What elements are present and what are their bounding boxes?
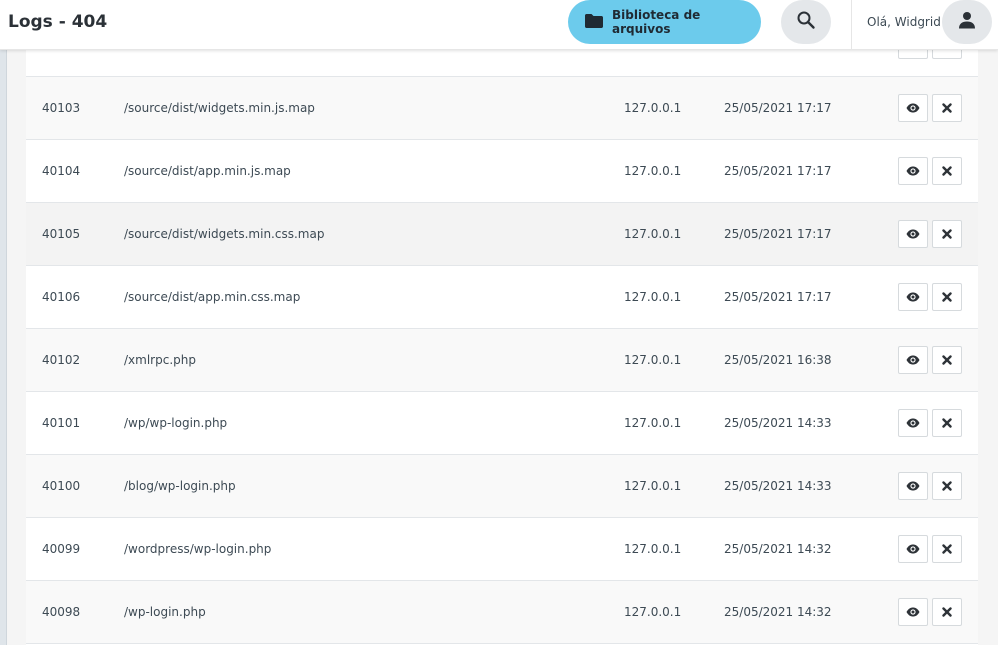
log-date: 25/05/2021 17:17 bbox=[724, 290, 832, 304]
table-row: 40105/source/dist/widgets.min.css.map 127… bbox=[26, 203, 978, 266]
log-id: 40105 bbox=[42, 227, 81, 241]
table-row: 40106/source/dist/app.min.css.map 127.0.0… bbox=[26, 266, 978, 329]
log-id: 40099 bbox=[42, 542, 81, 556]
table-row: 40104/source/dist/app.min.js.map 127.0.0.… bbox=[26, 140, 978, 203]
log-url: /source/dist/widgets.min.css.map bbox=[124, 227, 325, 241]
close-icon bbox=[942, 418, 952, 428]
delete-button[interactable] bbox=[932, 94, 962, 122]
table-row: 40098/wp-login.php 127.0.0.1 25/05/2021 14… bbox=[26, 581, 978, 644]
left-sidebar-rail bbox=[0, 0, 7, 645]
table-row: 40101/wp/wp-login.php 127.0.0.1 25/05/2021… bbox=[26, 392, 978, 455]
log-url: /wordpress/wp-login.php bbox=[124, 542, 272, 556]
view-button[interactable] bbox=[898, 94, 928, 122]
close-icon bbox=[942, 544, 952, 554]
log-ip: 127.0.0.1 bbox=[624, 353, 682, 367]
log-ip: 127.0.0.1 bbox=[624, 227, 682, 241]
file-library-label: Biblioteca de arquivos bbox=[612, 8, 701, 36]
log-date: 25/05/2021 14:32 bbox=[724, 605, 832, 619]
log-date: 25/05/2021 16:38 bbox=[724, 353, 832, 367]
delete-button[interactable] bbox=[932, 472, 962, 500]
view-button[interactable] bbox=[898, 346, 928, 374]
log-id: 40098 bbox=[42, 605, 81, 619]
file-library-button[interactable]: Biblioteca de arquivos bbox=[568, 0, 761, 44]
delete-button[interactable] bbox=[932, 220, 962, 248]
close-icon bbox=[942, 607, 952, 617]
header-divider bbox=[851, 0, 852, 50]
log-date: 25/05/2021 14:33 bbox=[724, 416, 832, 430]
page-title: Logs - 404 bbox=[8, 12, 108, 32]
user-icon bbox=[958, 11, 976, 33]
log-url: /source/dist/app.min.js.map bbox=[124, 164, 291, 178]
eye-icon bbox=[906, 355, 920, 365]
log-url: /source/dist/widgets.min.js.map bbox=[124, 101, 315, 115]
log-id: 40102 bbox=[42, 353, 81, 367]
delete-button[interactable] bbox=[932, 157, 962, 185]
search-icon bbox=[796, 10, 816, 34]
eye-icon bbox=[906, 418, 920, 428]
delete-button[interactable] bbox=[932, 409, 962, 437]
log-date: 25/05/2021 17:17 bbox=[724, 164, 832, 178]
log-url: /xmlrpc.php bbox=[124, 353, 196, 367]
log-id: 40103 bbox=[42, 101, 81, 115]
table-row: 40099/wordpress/wp-login.php 127.0.0.1 25/… bbox=[26, 518, 978, 581]
log-id: 40101 bbox=[42, 416, 81, 430]
top-header: Logs - 404 Biblioteca de arquivos Olá, W… bbox=[0, 0, 998, 50]
log-date: 25/05/2021 14:33 bbox=[724, 479, 832, 493]
close-icon bbox=[942, 166, 952, 176]
close-icon bbox=[942, 355, 952, 365]
view-button[interactable] bbox=[898, 220, 928, 248]
delete-button[interactable] bbox=[932, 535, 962, 563]
log-date: 25/05/2021 17:17 bbox=[724, 227, 832, 241]
eye-icon bbox=[906, 229, 920, 239]
close-icon bbox=[942, 103, 952, 113]
view-button[interactable] bbox=[898, 535, 928, 563]
log-url: /source/dist/app.min.css.map bbox=[124, 290, 301, 304]
view-button[interactable] bbox=[898, 598, 928, 626]
user-greeting: Olá, Widgrid bbox=[867, 15, 941, 29]
log-ip: 127.0.0.1 bbox=[624, 101, 682, 115]
eye-icon bbox=[906, 481, 920, 491]
close-icon bbox=[942, 481, 952, 491]
view-button[interactable] bbox=[898, 283, 928, 311]
log-ip: 127.0.0.1 bbox=[624, 164, 682, 178]
close-icon bbox=[942, 229, 952, 239]
eye-icon bbox=[906, 544, 920, 554]
eye-icon bbox=[906, 166, 920, 176]
log-ip: 127.0.0.1 bbox=[624, 542, 682, 556]
log-id: 40106 bbox=[42, 290, 81, 304]
logs-table: 40103/source/dist/widgets.min.js.map 127.… bbox=[26, 0, 978, 645]
view-button[interactable] bbox=[898, 409, 928, 437]
table-row: 40102/xmlrpc.php 127.0.0.1 25/05/2021 16:3… bbox=[26, 329, 978, 392]
eye-icon bbox=[906, 103, 920, 113]
log-id: 40100 bbox=[42, 479, 81, 493]
log-id: 40104 bbox=[42, 164, 81, 178]
log-url: /wp/wp-login.php bbox=[124, 416, 228, 430]
table-row: 40100/blog/wp-login.php 127.0.0.1 25/05/20… bbox=[26, 455, 978, 518]
log-date: 25/05/2021 17:17 bbox=[724, 101, 832, 115]
log-url: /blog/wp-login.php bbox=[124, 479, 236, 493]
log-url: /wp-login.php bbox=[124, 605, 206, 619]
log-ip: 127.0.0.1 bbox=[624, 479, 682, 493]
delete-button[interactable] bbox=[932, 598, 962, 626]
user-avatar-button[interactable] bbox=[942, 0, 992, 44]
folder-icon bbox=[584, 13, 612, 32]
log-ip: 127.0.0.1 bbox=[624, 605, 682, 619]
log-ip: 127.0.0.1 bbox=[624, 290, 682, 304]
eye-icon bbox=[906, 607, 920, 617]
log-ip: 127.0.0.1 bbox=[624, 416, 682, 430]
eye-icon bbox=[906, 292, 920, 302]
close-icon bbox=[942, 292, 952, 302]
log-date: 25/05/2021 14:32 bbox=[724, 542, 832, 556]
view-button[interactable] bbox=[898, 157, 928, 185]
view-button[interactable] bbox=[898, 472, 928, 500]
delete-button[interactable] bbox=[932, 346, 962, 374]
delete-button[interactable] bbox=[932, 283, 962, 311]
table-row: 40103/source/dist/widgets.min.js.map 127.… bbox=[26, 77, 978, 140]
search-button[interactable] bbox=[781, 0, 831, 44]
